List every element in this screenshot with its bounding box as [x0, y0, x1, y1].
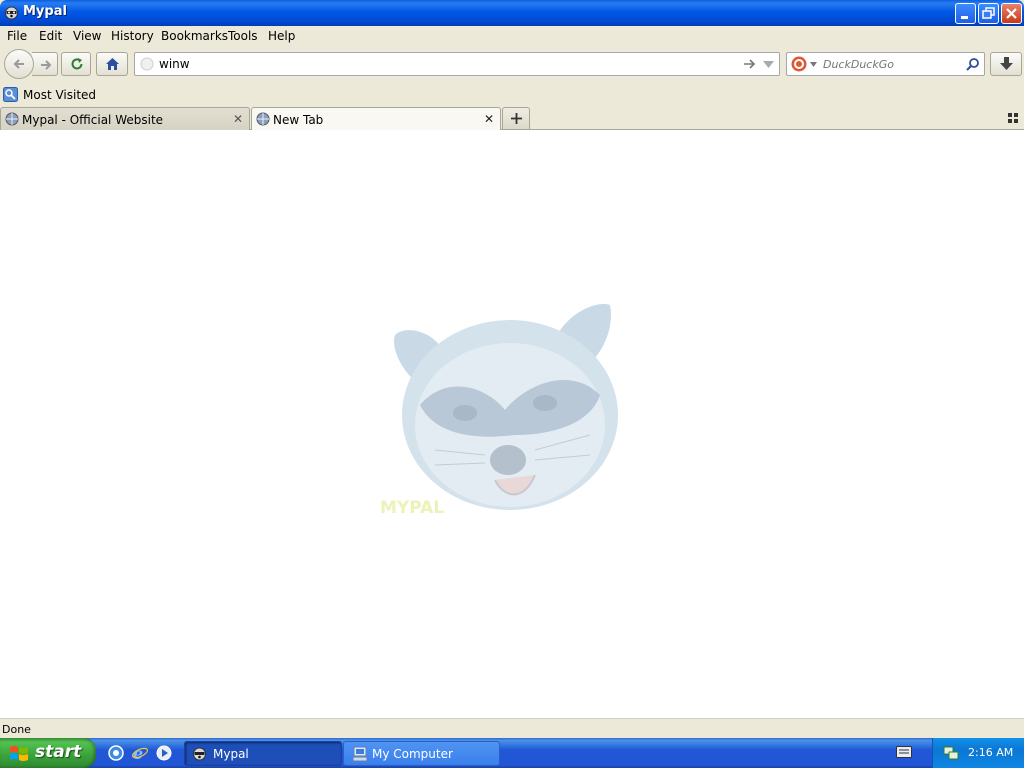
restore-button[interactable]	[978, 3, 999, 24]
taskbar-button-label: My Computer	[372, 747, 453, 761]
status-text: Done	[2, 723, 31, 736]
browser-icon[interactable]: e	[131, 744, 149, 762]
plus-icon	[511, 113, 522, 124]
tab-close-icon[interactable]: ✕	[484, 112, 494, 126]
window-title: Mypal	[23, 4, 67, 19]
url-bar[interactable]	[134, 52, 780, 76]
bookmarks-toolbar: Most Visited	[0, 84, 1024, 106]
navigation-toolbar	[0, 46, 1024, 84]
raccoon-icon	[193, 747, 206, 761]
menu-edit[interactable]: Edit	[39, 29, 62, 43]
start-label: start	[35, 742, 82, 762]
url-input[interactable]	[159, 56, 719, 72]
tab-new-tab[interactable]: New Tab ✕	[251, 107, 501, 131]
title-bar[interactable]: Mypal	[0, 0, 1024, 26]
tab-list-icon[interactable]	[1008, 113, 1018, 123]
network-icon[interactable]	[943, 745, 959, 761]
back-button[interactable]	[4, 49, 34, 79]
duckduckgo-icon[interactable]	[791, 56, 807, 72]
raccoon-icon	[5, 6, 18, 20]
windows-logo-icon	[10, 746, 28, 761]
close-button[interactable]	[1001, 3, 1022, 24]
tab-label: New Tab	[273, 113, 324, 127]
tab-mypal-official[interactable]: Mypal - Official Website ✕	[0, 107, 250, 130]
search-bar[interactable]	[786, 52, 985, 76]
menu-help[interactable]: Help	[268, 29, 295, 43]
globe-icon	[256, 112, 270, 126]
media-player-icon[interactable]	[155, 744, 173, 762]
taskbar-button-mypal[interactable]: Mypal	[184, 741, 342, 766]
minimize-icon	[961, 16, 968, 19]
dropdown-icon[interactable]	[763, 61, 774, 68]
page-content: MYPAL	[0, 130, 1024, 718]
menu-history[interactable]: History	[111, 29, 154, 43]
search-icon[interactable]	[966, 57, 980, 71]
new-tab-button[interactable]	[502, 107, 530, 129]
menu-file[interactable]: File	[7, 29, 27, 43]
search-input[interactable]	[823, 56, 963, 72]
forward-arrow-icon	[41, 60, 52, 70]
most-visited-icon	[3, 87, 18, 102]
bookmark-most-visited[interactable]: Most Visited	[23, 88, 96, 102]
ie-icon[interactable]	[107, 744, 125, 762]
minimize-button[interactable]	[955, 3, 976, 24]
tab-strip: Mypal - Official Website ✕ New Tab ✕	[0, 106, 1024, 131]
logo-text: MYPAL	[380, 498, 444, 518]
status-bar: Done	[0, 718, 1024, 738]
computer-icon	[352, 746, 368, 762]
go-arrow-icon[interactable]	[743, 58, 756, 70]
menu-view[interactable]: View	[73, 29, 101, 43]
taskbar-button-my-computer[interactable]: My Computer	[343, 741, 500, 766]
restore-icon	[982, 7, 995, 19]
tab-label: Mypal - Official Website	[22, 113, 164, 127]
home-button[interactable]	[96, 52, 128, 76]
home-icon	[106, 58, 119, 70]
taskbar: start e Mypal My Computer 2:16 AM	[0, 738, 1024, 768]
menu-tools[interactable]: Tools	[228, 29, 258, 43]
tab-close-icon[interactable]: ✕	[233, 112, 243, 126]
clock[interactable]: 2:16 AM	[968, 746, 1013, 759]
menu-bookmarks[interactable]: Bookmarks	[161, 29, 228, 43]
taskbar-button-label: Mypal	[213, 747, 249, 761]
downloads-button[interactable]	[990, 52, 1022, 76]
keyboard-icon[interactable]	[896, 746, 912, 758]
page-globe-icon	[140, 57, 154, 71]
reload-icon	[71, 58, 83, 70]
download-icon	[1000, 57, 1013, 70]
raccoon-face-logo: MYPAL	[380, 304, 618, 518]
system-tray: 2:16 AM	[932, 738, 1024, 768]
menu-bar: File Edit View History Bookmarks Tools H…	[0, 26, 1024, 46]
engine-dropdown-icon[interactable]	[810, 62, 817, 67]
back-arrow-icon	[13, 59, 24, 69]
start-button[interactable]: start	[0, 738, 96, 768]
forward-button[interactable]	[32, 52, 58, 76]
globe-icon	[5, 112, 19, 126]
close-icon	[1006, 8, 1017, 19]
reload-button[interactable]	[61, 52, 91, 76]
